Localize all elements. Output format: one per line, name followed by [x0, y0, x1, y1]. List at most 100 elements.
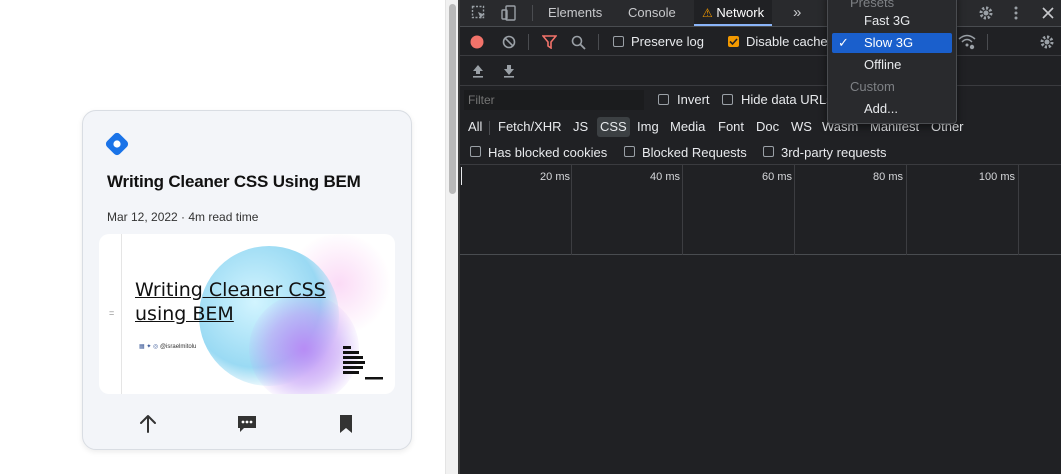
upload-icon: [473, 65, 483, 78]
close-icon: [1042, 7, 1054, 19]
tab-console[interactable]: Console: [628, 0, 676, 26]
disable-cache-checkbox[interactable]: [728, 36, 739, 47]
menu-item-offline[interactable]: Offline: [832, 55, 952, 75]
filter-funnel-icon: [541, 35, 557, 49]
toolbar-separator: [528, 34, 529, 50]
devtools-panel: Elements Console ⚠ Network » Preserve lo…: [460, 0, 1061, 474]
timeline-tick-label: 20 ms: [540, 171, 570, 183]
type-filter-font[interactable]: Font: [718, 117, 744, 137]
gear-icon: [979, 6, 993, 20]
type-filter-media[interactable]: Media: [670, 117, 705, 137]
tab-network[interactable]: ⚠ Network: [694, 0, 773, 26]
download-icon: [504, 65, 514, 78]
tab-network-label: Network: [716, 5, 765, 20]
filter-row: Invert Hide data URLs: [460, 86, 1061, 114]
article-card[interactable]: Writing Cleaner CSS Using BEM Mar 12, 20…: [82, 110, 412, 450]
checkmark-icon: [729, 38, 738, 46]
timeline-gridline: [794, 165, 795, 255]
kebab-menu-icon: [1014, 6, 1018, 20]
search-icon: [571, 35, 586, 50]
menu-header-custom: Custom: [850, 79, 895, 94]
blocked-requests-label[interactable]: Blocked Requests: [642, 145, 747, 160]
filter-input[interactable]: [464, 90, 644, 110]
type-filter-all[interactable]: All: [468, 117, 482, 137]
network-toolbar: Preserve log Disable cache: [460, 28, 1061, 56]
bem-logo-icon: [343, 346, 383, 380]
timeline-tick-label: 40 ms: [650, 171, 680, 183]
scrollbar-thumb[interactable]: [449, 4, 456, 194]
record-icon: [470, 35, 484, 49]
network-conditions-button[interactable]: [956, 32, 978, 52]
card-meta: Mar 12, 2022 · 4m read time: [107, 210, 259, 224]
type-separator: [489, 121, 490, 135]
export-har-button[interactable]: [500, 62, 518, 80]
customize-menu-button[interactable]: [1006, 3, 1026, 23]
disable-cache-label[interactable]: Disable cache: [746, 34, 828, 49]
arrow-up-icon: [140, 415, 156, 433]
bookmark-button[interactable]: [331, 409, 361, 439]
toolbar-separator: [987, 34, 988, 50]
comment-icon: [238, 416, 256, 432]
devtools-tabbar: Elements Console ⚠ Network »: [460, 0, 1061, 27]
card-title[interactable]: Writing Cleaner CSS Using BEM: [107, 172, 361, 192]
settings-button[interactable]: [975, 3, 997, 23]
import-har-button[interactable]: [469, 62, 487, 80]
card-cover-image[interactable]: = Writing Cleaner CSS using BEM ▦ ✦ ◎ @i…: [99, 234, 395, 394]
site-logo-icon: [105, 132, 129, 156]
cover-handle-text: @israelmitolu: [159, 344, 197, 350]
inspect-cursor-icon: [471, 5, 485, 19]
type-filter-doc[interactable]: Doc: [756, 117, 779, 137]
blocked-filters-row: Has blocked cookies Blocked Requests 3rd…: [460, 140, 1061, 165]
menu-item-fast-3g[interactable]: Fast 3G: [832, 11, 952, 31]
network-toolbar-secondary: [460, 56, 1061, 86]
preserve-log-label[interactable]: Preserve log: [631, 34, 704, 49]
invert-checkbox[interactable]: [658, 94, 669, 105]
type-filter-fetch-xhr[interactable]: Fetch/XHR: [498, 117, 562, 137]
preserve-log-checkbox[interactable]: [613, 36, 624, 47]
close-devtools-button[interactable]: [1038, 3, 1058, 23]
timeline-tick-label: 60 ms: [762, 171, 792, 183]
hide-data-urls-checkbox[interactable]: [722, 94, 733, 105]
hide-data-urls-label[interactable]: Hide data URLs: [741, 92, 833, 107]
social-icons: ▦ ✦ ◎: [139, 344, 160, 350]
clear-button[interactable]: [500, 33, 518, 51]
type-filter-ws[interactable]: WS: [791, 117, 812, 137]
search-button[interactable]: [568, 33, 588, 51]
wifi-settings-icon: [958, 34, 976, 50]
upvote-button[interactable]: [133, 409, 163, 439]
card-actions: [83, 409, 411, 439]
cover-title: Writing Cleaner CSS using BEM: [135, 279, 326, 325]
filter-toggle-button[interactable]: [539, 33, 559, 51]
more-tabs-button[interactable]: »: [793, 0, 801, 26]
third-party-requests-checkbox[interactable]: [763, 146, 774, 157]
menu-item-add[interactable]: Add...: [832, 99, 952, 119]
invert-label[interactable]: Invert: [677, 92, 710, 107]
blocked-requests-checkbox[interactable]: [624, 146, 635, 157]
throttling-dropdown-menu: Presets Fast 3G ✓ Slow 3G Offline Custom…: [827, 0, 957, 124]
has-blocked-cookies-label[interactable]: Has blocked cookies: [488, 145, 607, 160]
timeline-tick-label: 80 ms: [873, 171, 903, 183]
third-party-requests-label[interactable]: 3rd-party requests: [781, 145, 887, 160]
type-filter-css[interactable]: CSS: [597, 117, 630, 137]
type-filter-img[interactable]: Img: [637, 117, 659, 137]
type-filter-js[interactable]: JS: [573, 117, 588, 137]
webpage-viewport: Writing Cleaner CSS Using BEM Mar 12, 20…: [0, 0, 445, 474]
timeline-cursor: [461, 167, 462, 185]
network-settings-button[interactable]: [1037, 32, 1057, 52]
menu-item-slow-3g[interactable]: ✓ Slow 3G: [832, 33, 952, 53]
gear-icon: [1040, 35, 1054, 49]
tab-separator: [532, 5, 533, 21]
device-toolbar-button[interactable]: [498, 3, 520, 23]
comment-button[interactable]: [232, 409, 262, 439]
checkmark-icon: ✓: [838, 35, 849, 50]
page-scrollbar[interactable]: [445, 0, 458, 474]
network-overview-timeline[interactable]: 20 ms 40 ms 60 ms 80 ms 100 ms: [460, 165, 1061, 255]
has-blocked-cookies-checkbox[interactable]: [470, 146, 481, 157]
tab-elements[interactable]: Elements: [548, 0, 602, 26]
cover-eq-mark: =: [109, 308, 115, 318]
record-button[interactable]: [468, 33, 486, 51]
device-icon: [501, 5, 516, 21]
clear-icon: [502, 35, 516, 49]
inspect-element-button[interactable]: [468, 3, 490, 23]
resource-type-filters: All Fetch/XHR JS CSS Img Media Font Doc …: [460, 114, 1061, 140]
